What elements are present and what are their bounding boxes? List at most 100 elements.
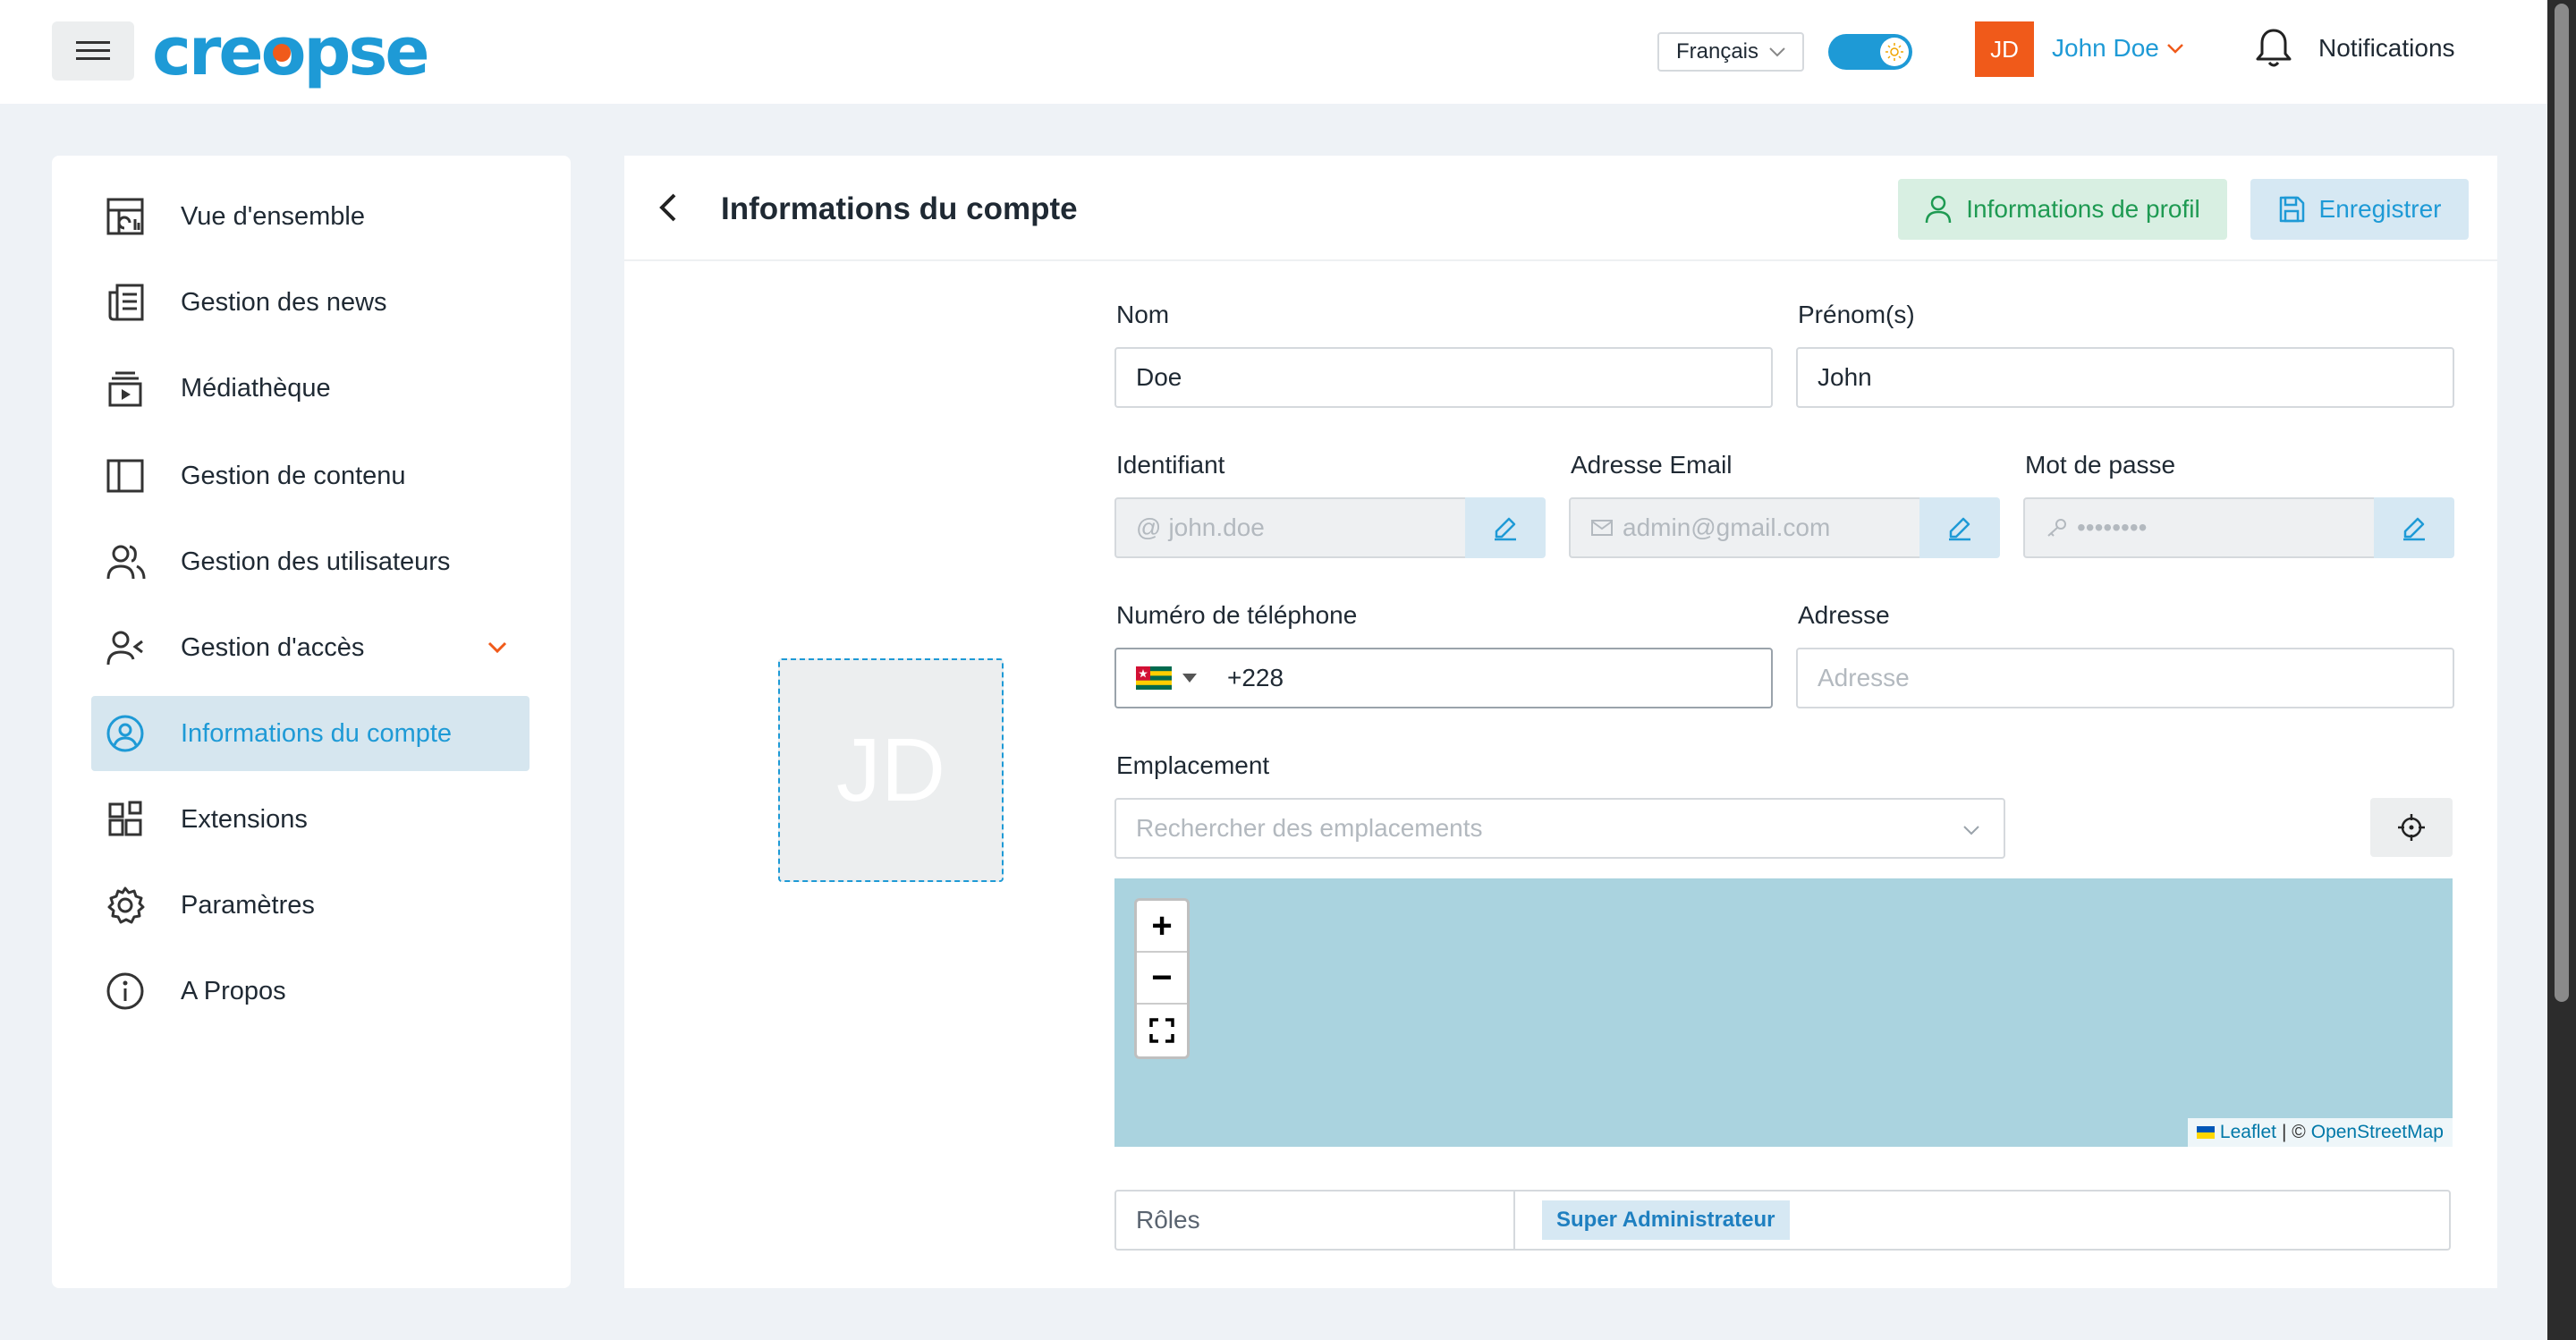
bell-icon [2256, 29, 2292, 67]
chevron-down-icon [1963, 826, 1979, 835]
location-map[interactable]: + − Leaflet | © OpenStreetMap [1114, 878, 2453, 1147]
adresse-label: Adresse [1798, 601, 1890, 629]
theme-toggle[interactable] [1828, 34, 1912, 70]
sidebar-item-extensions[interactable]: Extensions [91, 782, 530, 857]
theme-toggle-knob [1880, 38, 1909, 66]
sidebar-item-access[interactable]: Gestion d'accès [91, 610, 530, 685]
zoom-in-button[interactable]: + [1137, 901, 1187, 953]
country-code-select[interactable] [1136, 666, 1197, 690]
language-select[interactable]: Français [1657, 32, 1804, 72]
profile-info-label: Informations de profil [1966, 195, 2200, 223]
pencil-icon [1495, 517, 1516, 541]
profile-info-button[interactable]: Informations de profil [1898, 179, 2227, 240]
phone-label: Numéro de téléphone [1116, 601, 1358, 629]
sidebar-item-label: Gestion d'accès [181, 632, 365, 662]
openstreetmap-link[interactable]: OpenStreetMap [2311, 1122, 2444, 1143]
floppy-disk-icon [2279, 196, 2304, 223]
sidebar-item-label: Informations du compte [181, 718, 453, 748]
save-button[interactable]: Enregistrer [2250, 179, 2469, 240]
sidebar-item-label: Paramètres [181, 890, 315, 920]
gear-icon [104, 884, 147, 927]
location-search-select[interactable]: Rechercher des emplacements [1114, 798, 2005, 859]
avatar-upload[interactable]: JD [778, 658, 1004, 882]
identifiant-value: john.doe [1168, 513, 1265, 541]
sidebar-item-content[interactable]: Gestion de contenu [91, 438, 530, 513]
crosshair-icon [2398, 814, 2425, 841]
sidebar-item-news[interactable]: Gestion des news [91, 265, 530, 340]
prenom-label: Prénom(s) [1798, 301, 1915, 328]
location-search-placeholder: Rechercher des emplacements [1136, 814, 1483, 842]
hamburger-icon [76, 41, 110, 60]
user-circle-icon [104, 712, 147, 755]
save-label: Enregistrer [2318, 195, 2442, 223]
account-info-card: Informations du compte Informations de p… [624, 156, 2497, 1288]
fullscreen-button[interactable] [1137, 1005, 1187, 1056]
phone-input[interactable]: +228 [1114, 648, 1773, 708]
emplacement-label: Emplacement [1116, 751, 1270, 779]
adresse-input[interactable]: Adresse [1796, 648, 2454, 708]
map-zoom-controls: + − [1134, 898, 1190, 1059]
back-arrow-icon[interactable] [651, 190, 687, 225]
card-header: Informations du compte Informations de p… [624, 156, 2497, 261]
mail-icon [1591, 520, 1613, 536]
sidebar-item-overview[interactable]: Vue d'ensemble [91, 179, 530, 254]
zoom-out-button[interactable]: − [1137, 953, 1187, 1005]
page-title: Informations du compte [721, 191, 1078, 226]
dashboard-icon [104, 195, 147, 238]
sidebar-item-settings[interactable]: Paramètres [91, 868, 530, 943]
sidebar: Vue d'ensemble Gestion des news Médiathè… [52, 156, 571, 1288]
logo[interactable]: creopse [152, 13, 430, 90]
sidebar-item-label: Gestion des news [181, 287, 387, 317]
roles-label: Rôles [1116, 1192, 1515, 1249]
sidebar-item-label: Gestion des utilisateurs [181, 547, 451, 576]
locate-me-button[interactable] [2370, 798, 2453, 857]
sidebar-item-users[interactable]: Gestion des utilisateurs [91, 524, 530, 599]
sidebar-item-about[interactable]: A Propos [91, 954, 530, 1029]
notifications-button[interactable]: Notifications [2254, 27, 2455, 70]
edit-email-button[interactable] [1919, 497, 2000, 558]
user-name: John Doe [2052, 34, 2159, 62]
user-avatar[interactable]: JD [1975, 21, 2034, 77]
chevron-down-icon [1769, 47, 1785, 57]
leaflet-link[interactable]: Leaflet [2220, 1122, 2276, 1143]
pencil-icon [1949, 517, 1970, 541]
logo-text: creopse [152, 13, 430, 90]
ukraine-flag-icon [2196, 1126, 2215, 1139]
email-label: Adresse Email [1571, 451, 1733, 479]
user-access-icon [104, 626, 147, 669]
role-tag: Super Administrateur [1542, 1200, 1790, 1240]
password-label: Mot de passe [2025, 451, 2176, 479]
sidebar-item-media[interactable]: Médiathèque [91, 351, 530, 426]
layout-icon [104, 454, 147, 497]
nom-value: Doe [1136, 363, 1182, 391]
fullscreen-icon [1149, 1018, 1174, 1043]
sidebar-item-account-info[interactable]: Informations du compte [91, 696, 530, 771]
map-attribution: Leaflet | © OpenStreetMap [2187, 1118, 2453, 1147]
adresse-placeholder: Adresse [1818, 664, 1910, 691]
user-menu[interactable]: John Doe [2052, 34, 2184, 63]
nom-label: Nom [1116, 301, 1170, 328]
phone-value: +228 [1227, 664, 1284, 691]
prenom-value: John [1818, 363, 1872, 391]
nom-input[interactable]: Doe [1114, 347, 1773, 408]
email-input: admin@gmail.com [1569, 497, 1921, 558]
top-bar: creopse Français JD John Doe Notificatio… [0, 0, 2547, 104]
pencil-icon [2403, 517, 2425, 541]
sidebar-item-label: Médiathèque [181, 373, 331, 403]
sidebar-item-label: A Propos [181, 976, 286, 1005]
caret-down-icon [1182, 674, 1197, 683]
notifications-label: Notifications [2318, 34, 2455, 62]
sidebar-item-label: Vue d'ensemble [181, 201, 365, 231]
email-value: admin@gmail.com [1623, 513, 1831, 541]
hamburger-menu-button[interactable] [52, 21, 134, 81]
togo-flag-icon [1136, 666, 1172, 690]
password-input: •••••••• [2023, 497, 2376, 558]
info-icon [104, 970, 147, 1013]
chevron-down-icon [487, 641, 507, 654]
sidebar-item-label: Gestion de contenu [181, 461, 406, 490]
password-value: •••••••• [2077, 513, 2148, 541]
edit-identifiant-button[interactable] [1465, 497, 1546, 558]
edit-password-button[interactable] [2374, 497, 2454, 558]
scrollbar-thumb[interactable] [2555, 4, 2569, 1002]
prenom-input[interactable]: John [1796, 347, 2454, 408]
